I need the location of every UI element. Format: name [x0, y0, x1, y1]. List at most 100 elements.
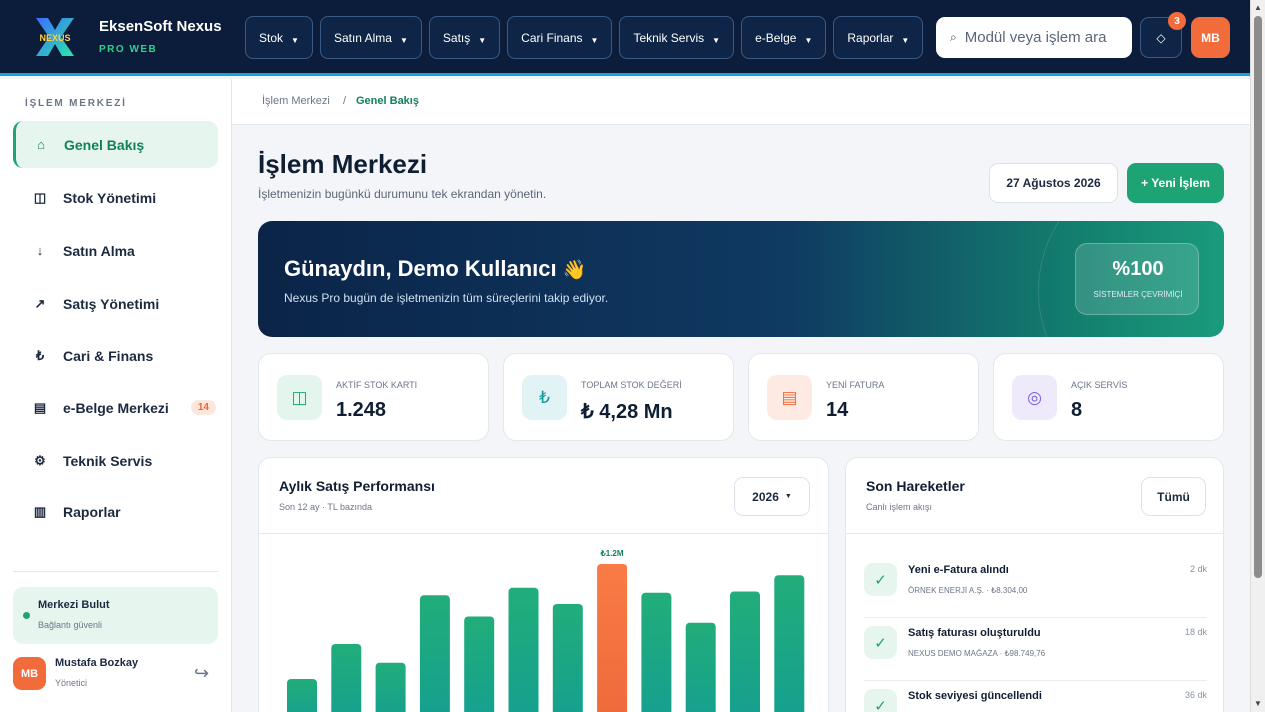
- activity-detail: NEXUS DEMO MAĞAZA · ₺98.749,76: [908, 649, 1046, 658]
- chart-bar[interactable]: [552, 604, 583, 712]
- chart-bar[interactable]: [287, 679, 317, 712]
- list-item[interactable]: ✓ Yeni e-Fatura alındı ÖRNEK ENERJİ A.Ş.…: [864, 555, 1207, 618]
- nexus-logo[interactable]: NEXUS: [24, 14, 86, 60]
- sidebar-heading: İŞLEM MERKEZİ: [25, 98, 127, 109]
- sidebar: İŞLEM MERKEZİ ⌂ Genel Bakış ◫ Stok Yönet…: [0, 79, 232, 712]
- box-icon: ◫: [33, 189, 47, 205]
- kpi-card-new-invoice[interactable]: ▤ YENİ FATURA 14: [748, 353, 979, 441]
- chart-bar[interactable]: [375, 662, 406, 712]
- arrow-down-icon: ↓: [36, 243, 44, 258]
- kpi-value: 8: [1071, 399, 1083, 421]
- kpi-label: TOPLAM STOK DEĞERİ: [581, 380, 682, 390]
- main-nav: Stok ▼ Satın Alma ▼ Satış ▼ Cari Finans ▼ Te…: [245, 16, 924, 59]
- activity-title: Stok seviyesi güncellendi: [908, 690, 1042, 702]
- chart-bar[interactable]: [464, 616, 495, 712]
- scroll-up-arrow-icon[interactable]: ▲: [1254, 3, 1262, 12]
- sidebar-item-teknik-servis[interactable]: ⚙ Teknik Servis: [13, 437, 218, 484]
- activity-time: 18 dk: [1184, 627, 1207, 637]
- greeting-text: Günaydın, Demo Kullanıcı: [284, 256, 557, 281]
- sidebar-item-label: Teknik Servis: [63, 452, 153, 469]
- nav-raporlar[interactable]: Raporlar ▼: [833, 16, 924, 59]
- nav-label: e-Belge: [755, 30, 797, 45]
- sidebar-item-stok-yonetimi[interactable]: ◫ Stok Yönetimi: [13, 174, 218, 221]
- sidebar-item-raporlar[interactable]: ▥ Raporlar: [13, 488, 218, 535]
- activity-title: Yeni e-Fatura alındı: [908, 564, 1009, 576]
- recent-activity-card: Son Hareketler Canlı işlem akışı Tümü ✓ …: [845, 457, 1224, 712]
- card-subtitle: Canlı işlem akışı: [866, 502, 933, 512]
- breadcrumb-current: Genel Bakış: [356, 95, 419, 107]
- nav-teknik-servis[interactable]: Teknik Servis ▼: [619, 16, 735, 59]
- chart-bar[interactable]: [331, 644, 362, 712]
- kpi-card-stock-value[interactable]: ₺ TOPLAM STOK DEĞERİ ₺ 4,28 Mn: [503, 353, 734, 441]
- nav-satis[interactable]: Satış ▼: [428, 16, 501, 59]
- sidebar-item-cari-finans[interactable]: ₺ Cari & Finans: [13, 332, 218, 379]
- svg-text:NEXUS: NEXUS: [39, 33, 70, 43]
- sidebar-item-label: Satış Yönetimi: [63, 295, 160, 312]
- year-select[interactable]: 2026 ▼: [734, 477, 810, 516]
- card-subtitle: Son 12 ay · TL bazında: [279, 502, 373, 512]
- kpi-value: ₺ 4,28 Mn: [581, 401, 673, 423]
- scroll-thumb[interactable]: [1254, 16, 1262, 578]
- check-icon: ✓: [864, 563, 897, 596]
- nav-e-belge[interactable]: e-Belge ▼: [741, 16, 827, 59]
- gear-icon: ⚙: [34, 452, 46, 468]
- logout-icon[interactable]: ↪: [194, 663, 209, 684]
- chevron-down-icon: ▼: [478, 36, 487, 45]
- chart-bar[interactable]: [641, 592, 672, 712]
- sidebar-item-label: Cari & Finans: [63, 347, 154, 364]
- chevron-down-icon: ▼: [590, 36, 599, 45]
- view-all-button[interactable]: Tümü: [1141, 477, 1206, 516]
- kpi-value: 1.248: [336, 399, 387, 421]
- document-icon: ▤: [33, 399, 47, 415]
- top-bar: NEXUS EksenSoft Nexus PRO WEB Stok ▼ Satı…: [0, 0, 1250, 76]
- cloud-status-box: Merkezi Bulut Bağlantı güvenli: [13, 587, 218, 644]
- chart-bar[interactable]: [730, 591, 760, 712]
- user-avatar-button[interactable]: MB: [1191, 17, 1230, 58]
- scroll-down-arrow-icon[interactable]: ▼: [1254, 699, 1262, 708]
- cloud-status-title: Merkezi Bulut: [38, 599, 110, 611]
- list-item[interactable]: ✓ Satış faturası oluşturuldu NEXUS DEMO …: [864, 618, 1207, 681]
- sidebar-item-label: Raporlar: [63, 503, 121, 520]
- sidebar-item-satin-alma[interactable]: ↓ Satın Alma: [13, 227, 218, 274]
- chart-bar-highlighted[interactable]: [597, 564, 628, 712]
- system-status-value: %100: [1112, 258, 1164, 280]
- sidebar-item-label: e-Belge Merkezi: [63, 399, 169, 416]
- nav-satin-alma[interactable]: Satın Alma ▼: [319, 16, 422, 59]
- chart-bar[interactable]: [508, 587, 539, 712]
- notification-badge: 3: [1168, 12, 1186, 30]
- chevron-down-icon: ▼: [901, 36, 910, 45]
- chart-bar[interactable]: [419, 595, 450, 712]
- breadcrumb-root[interactable]: İşlem Merkezi: [262, 95, 330, 107]
- document-icon: ▤: [767, 375, 812, 420]
- page-title: İşlem Merkezi: [258, 149, 428, 179]
- e-belge-count-badge: 14: [190, 400, 216, 415]
- status-dot-icon: [23, 612, 30, 619]
- chart-bar[interactable]: [774, 575, 805, 712]
- check-icon: ✓: [864, 626, 897, 659]
- activity-time: 36 dk: [1184, 690, 1207, 700]
- search-input[interactable]: ⌕ Modül veya işlem ara: [936, 17, 1132, 58]
- system-status-label: SİSTEMLER ÇEVRİMİÇİ: [1093, 290, 1183, 299]
- new-transaction-button[interactable]: + Yeni İşlem: [1127, 163, 1224, 203]
- page-scrollbar[interactable]: ▲ ▼: [1250, 0, 1265, 712]
- sidebar-item-genel-bakis[interactable]: ⌂ Genel Bakış: [13, 121, 218, 168]
- sidebar-item-e-belge[interactable]: ▤ e-Belge Merkezi 14: [13, 384, 218, 431]
- chart-bar[interactable]: [685, 622, 716, 712]
- kpi-card-stock-cards[interactable]: ◫ AKTİF STOK KARTI 1.248: [258, 353, 489, 441]
- avatar[interactable]: MB: [13, 657, 46, 690]
- user-name: Mustafa Bozkay: [55, 657, 139, 669]
- nav-cari-finans[interactable]: Cari Finans ▼: [507, 16, 613, 59]
- chevron-down-icon: ▼: [804, 36, 813, 45]
- chart-data-label: ₺1.2M: [600, 549, 624, 558]
- brand-name: EksenSoft Nexus: [99, 18, 222, 35]
- waving-hand-icon: 👋: [562, 260, 587, 281]
- date-picker-button[interactable]: 27 Ağustos 2026: [989, 163, 1118, 203]
- kpi-card-open-service[interactable]: ◎ AÇIK SERVİS 8: [993, 353, 1224, 441]
- sidebar-item-satis-yonetimi[interactable]: ↗ Satış Yönetimi: [13, 280, 218, 327]
- card-title: Son Hareketler: [866, 478, 965, 494]
- home-icon: ⌂: [37, 137, 45, 152]
- kpi-label: AÇIK SERVİS: [1071, 380, 1128, 390]
- list-item[interactable]: ✓ Stok seviyesi güncellendi 36 dk: [864, 681, 1207, 712]
- kpi-value: 14: [826, 399, 849, 421]
- nav-stok[interactable]: Stok ▼: [245, 16, 313, 59]
